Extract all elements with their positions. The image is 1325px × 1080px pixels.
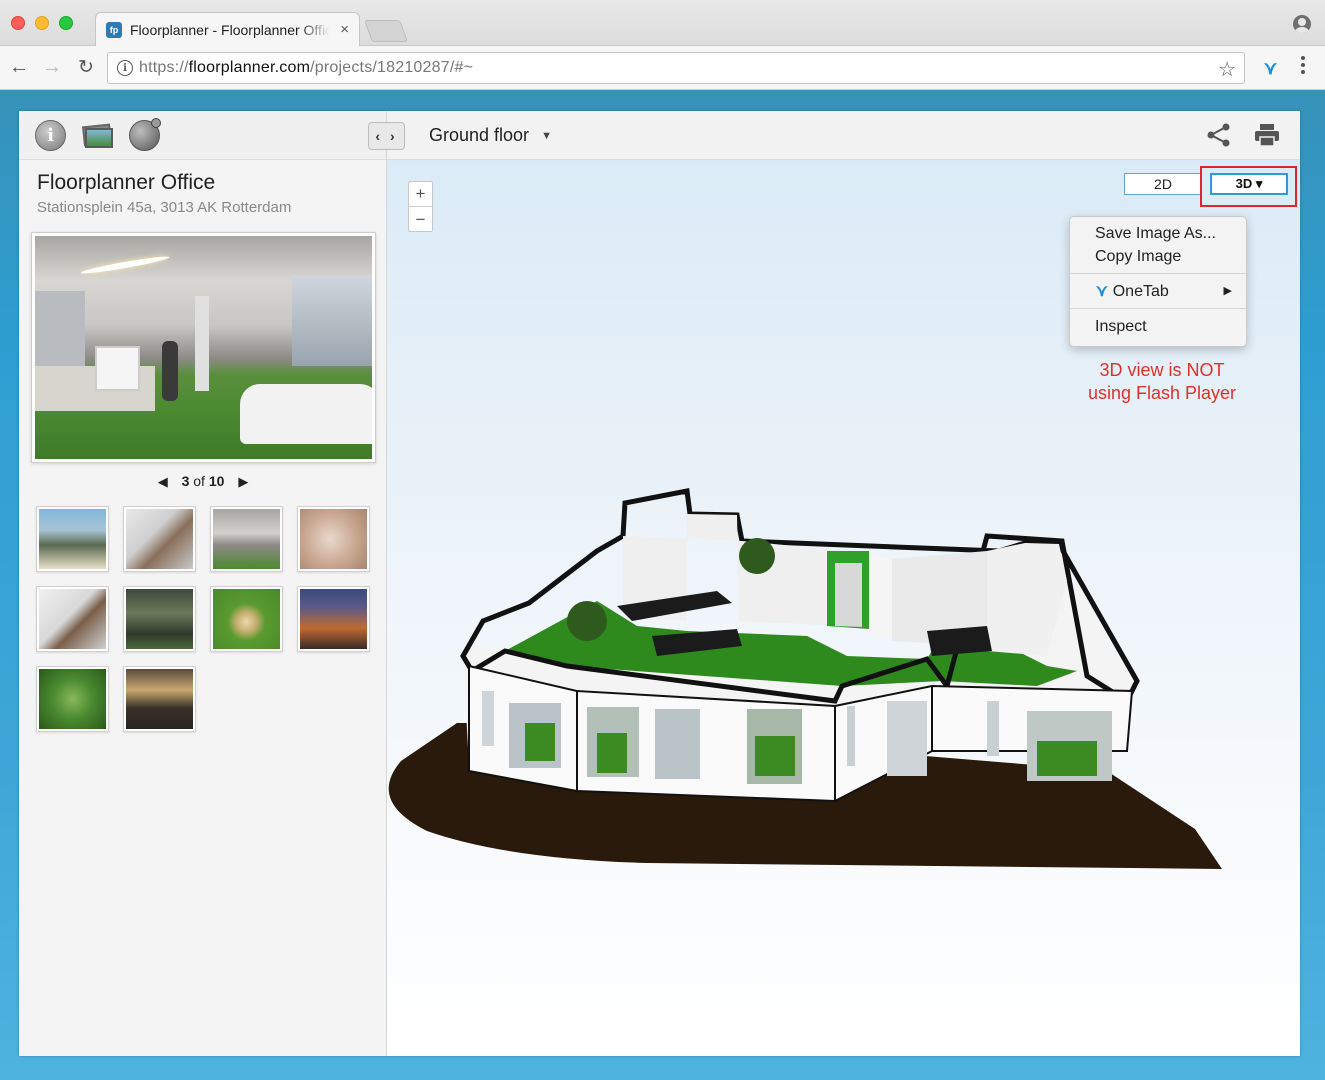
view-2d-button[interactable]: 2D xyxy=(1124,173,1202,195)
bookmark-star-icon[interactable]: ☆ xyxy=(1218,57,1236,82)
floor-label: Ground floor xyxy=(429,125,530,145)
photos-icon[interactable] xyxy=(81,120,113,151)
main-photo[interactable] xyxy=(31,232,376,463)
minimize-window-button[interactable] xyxy=(35,16,49,30)
content-toolbar: Ground floor ▼ xyxy=(387,111,1300,160)
annotation-line-1: 3D view is NOT xyxy=(1099,360,1225,380)
info-icon[interactable]: i xyxy=(117,60,133,76)
menu-item-save-image-as[interactable]: Save Image As... xyxy=(1070,222,1246,245)
back-arrow-icon[interactable]: ← xyxy=(7,55,31,79)
project-title: Floorplanner Office xyxy=(37,171,216,194)
context-menu: Save Image As... Copy Image ⋎ OneTab ▶ I… xyxy=(1069,216,1247,347)
annotation-note: 3D view is NOT using Flash Player xyxy=(1067,359,1257,405)
chevron-down-icon: ▼ xyxy=(541,129,552,142)
panorama-icon[interactable] xyxy=(129,118,161,151)
print-icon[interactable] xyxy=(1254,123,1280,147)
zoom-control: + − xyxy=(408,181,433,232)
photo-pager: ◀ 3 of 10 ▶ xyxy=(19,473,387,490)
menu-divider xyxy=(1070,273,1246,274)
photo-thumbnail[interactable] xyxy=(123,666,196,732)
pager-of: of xyxy=(193,473,205,489)
pager-total: 10 xyxy=(208,473,225,489)
share-icon[interactable] xyxy=(1206,123,1232,147)
floor-dropdown[interactable]: Ground floor ▼ xyxy=(429,125,552,146)
menu-item-copy-image[interactable]: Copy Image xyxy=(1070,245,1246,268)
submenu-arrow-icon: ▶ xyxy=(1223,285,1232,297)
zoom-in-button[interactable]: + xyxy=(409,182,432,207)
url-text[interactable]: https://floorplanner.com/projects/182102… xyxy=(139,59,473,77)
photo-thumbnail[interactable] xyxy=(36,586,109,652)
photo-thumbnail[interactable] xyxy=(36,506,109,572)
photo-thumbnail[interactable] xyxy=(297,586,370,652)
browser-toolbar: ← → ↻ i https://floorplanner.com/project… xyxy=(0,46,1325,90)
onetab-extension-icon[interactable]: ⋎ xyxy=(1264,58,1277,79)
maximize-window-button[interactable] xyxy=(59,16,73,30)
photo-thumbnail[interactable] xyxy=(210,506,283,572)
viewer-area[interactable]: Ground floor ▼ + − 2D 3D ▾ Save Image As… xyxy=(387,111,1300,1056)
zoom-out-button[interactable]: − xyxy=(409,207,432,232)
tab-title: Floorplanner - Floorplanner Office xyxy=(130,22,330,38)
pager-current: 3 xyxy=(181,473,190,489)
sidebar-toolbar: i ‹ › xyxy=(19,111,405,160)
menu-dots-icon[interactable] xyxy=(1301,56,1305,78)
new-tab-button[interactable] xyxy=(363,20,409,42)
forward-arrow-icon[interactable]: → xyxy=(40,55,64,79)
page-background: i ‹ › Floorplanner Office Stationsplein … xyxy=(0,90,1325,1080)
floorplanner-app: i ‹ › Floorplanner Office Stationsplein … xyxy=(19,111,1300,1056)
menu-divider xyxy=(1070,308,1246,309)
photo-thumbnail[interactable] xyxy=(123,586,196,652)
info-icon[interactable]: i xyxy=(35,120,66,151)
menu-item-onetab-label: OneTab xyxy=(1112,283,1169,300)
sidebar: i ‹ › Floorplanner Office Stationsplein … xyxy=(19,111,405,1056)
profile-icon[interactable] xyxy=(1293,15,1311,33)
reload-icon[interactable]: ↻ xyxy=(74,55,98,79)
menu-item-inspect[interactable]: Inspect xyxy=(1070,315,1246,338)
tab-close-icon[interactable]: × xyxy=(340,21,349,38)
collapse-sidebar-button[interactable]: ‹ › xyxy=(368,122,405,150)
close-window-button[interactable] xyxy=(11,16,25,30)
thumbnail-grid xyxy=(36,506,376,732)
view-3d-button[interactable]: 3D ▾ xyxy=(1210,173,1288,195)
project-address: Stationsplein 45a, 3013 AK Rotterdam xyxy=(37,199,292,216)
address-bar[interactable]: i https://floorplanner.com/projects/1821… xyxy=(107,52,1245,84)
next-photo-icon[interactable]: ▶ xyxy=(238,474,248,490)
onetab-icon: ⋎ xyxy=(1096,283,1108,300)
browser-tab[interactable]: fp Floorplanner - Floorplanner Office × xyxy=(95,12,360,47)
photo-thumbnail[interactable] xyxy=(297,506,370,572)
photo-thumbnail[interactable] xyxy=(36,666,109,732)
annotation-line-2: using Flash Player xyxy=(1087,383,1237,403)
menu-item-onetab[interactable]: ⋎ OneTab ▶ xyxy=(1070,280,1246,303)
browser-tab-bar: fp Floorplanner - Floorplanner Office × xyxy=(0,0,1325,47)
prev-photo-icon[interactable]: ◀ xyxy=(158,474,168,490)
photo-thumbnail[interactable] xyxy=(123,506,196,572)
photo-thumbnail[interactable] xyxy=(210,586,283,652)
floorplanner-favicon-icon: fp xyxy=(106,22,122,38)
